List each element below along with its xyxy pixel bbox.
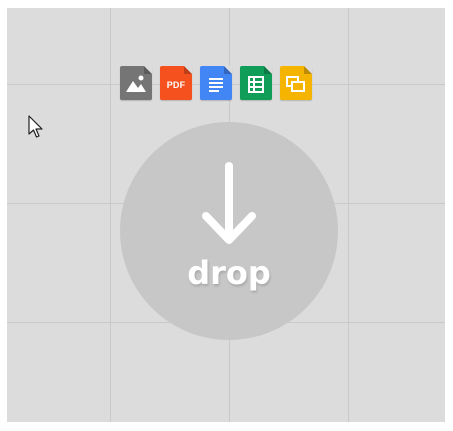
- drop-label: drop: [187, 254, 271, 292]
- docs-file-icon: [200, 66, 232, 100]
- supported-file-types: PDF: [120, 66, 312, 100]
- image-file-icon: [120, 66, 152, 100]
- mouse-pointer-icon: [28, 115, 43, 138]
- drop-target-circle[interactable]: drop: [120, 122, 338, 340]
- screenshot-frame: PDF drop: [0, 0, 453, 431]
- pdf-label: PDF: [166, 80, 186, 90]
- arrow-down-icon: [202, 162, 256, 244]
- grid-line: [110, 8, 111, 422]
- grid-line: [348, 8, 349, 422]
- sheets-file-icon: [240, 66, 272, 100]
- file-drop-zone[interactable]: PDF drop: [7, 8, 445, 422]
- pdf-file-icon: PDF: [160, 66, 192, 100]
- slides-file-icon: [280, 66, 312, 100]
